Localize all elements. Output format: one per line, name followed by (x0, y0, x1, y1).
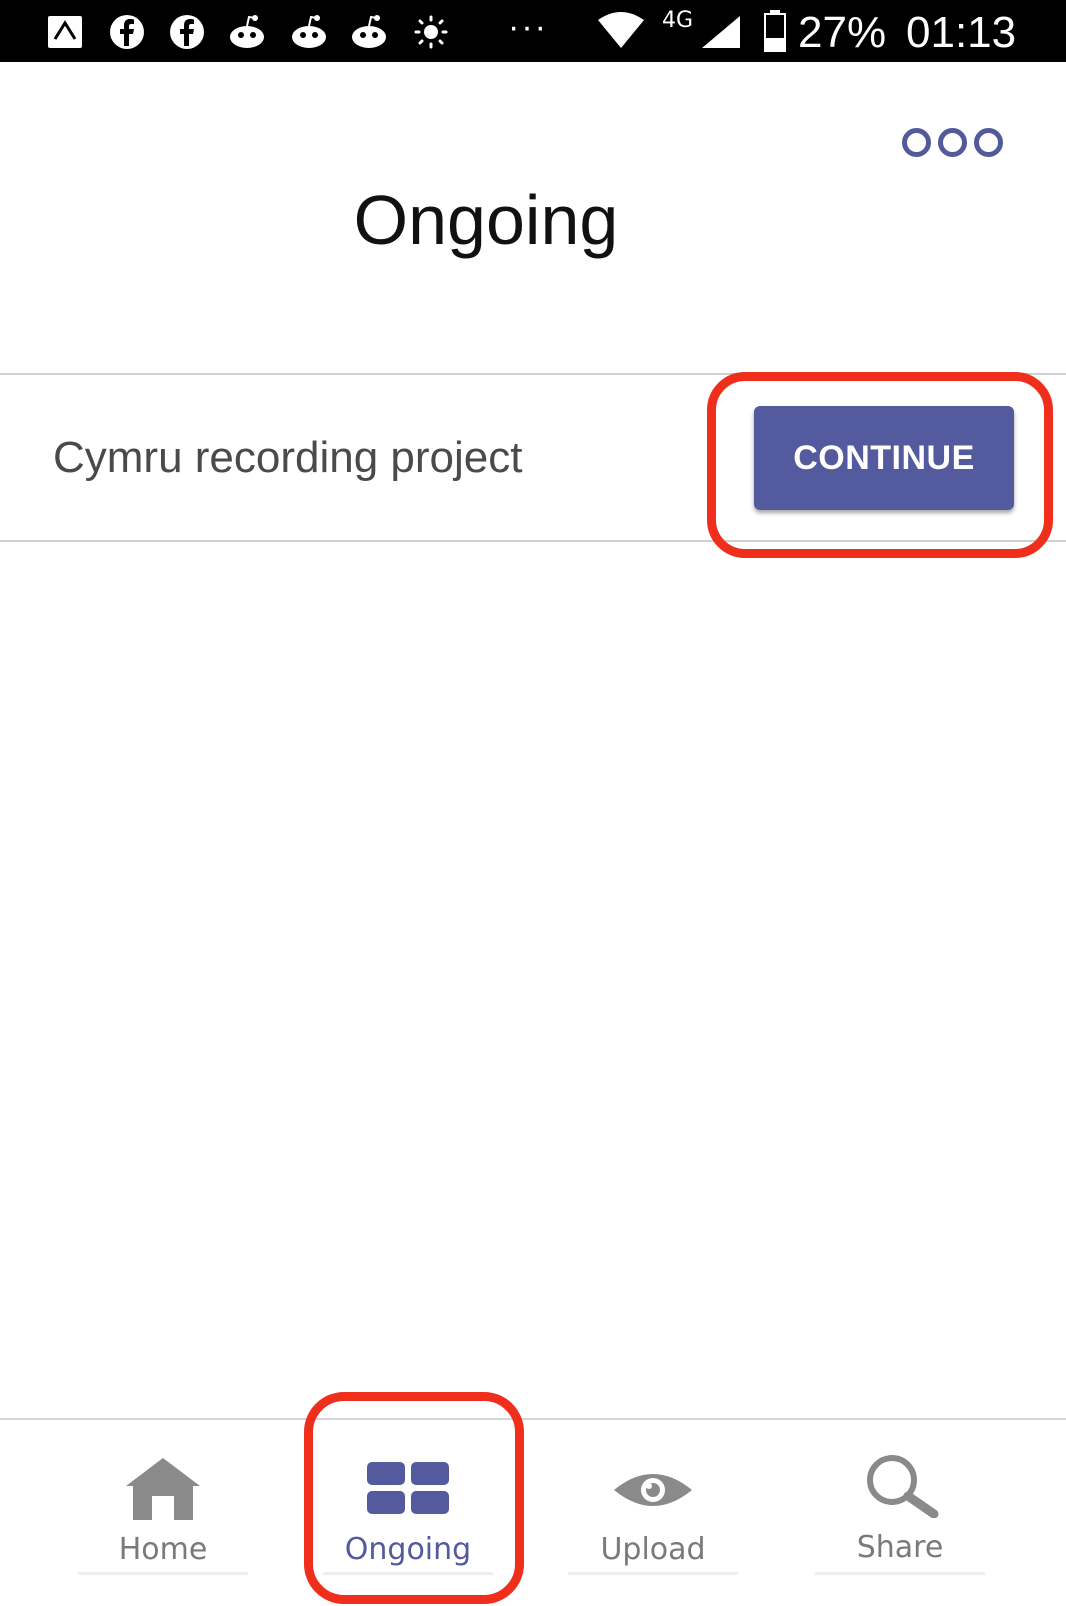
more-notifications-indicator: ··· (508, 8, 548, 46)
bottom-navigation: Home Ongoing Upload Share (0, 1418, 1066, 1606)
nav-label-home: Home (118, 1532, 208, 1567)
project-name: Cymru recording project (53, 433, 523, 482)
search-icon (867, 1455, 939, 1518)
facebook-icon (110, 15, 144, 49)
signal-icon (702, 16, 740, 48)
reddit-icon (352, 15, 386, 48)
nav-item-home[interactable]: Home (73, 1420, 253, 1606)
nav-label-upload: Upload (600, 1532, 706, 1567)
brightness-icon (414, 15, 448, 49)
battery-icon (764, 10, 786, 52)
nav-underline (78, 1572, 248, 1575)
home-icon (126, 1458, 200, 1520)
nav-app-icon (48, 16, 82, 48)
status-clock: 01:13 (906, 8, 1017, 57)
nav-item-share[interactable]: Share (810, 1420, 990, 1606)
status-bar: ··· 4G 27% 01:13 (0, 0, 1066, 62)
continue-button[interactable]: CONTINUE (754, 406, 1014, 510)
facebook-icon (170, 15, 204, 49)
wifi-icon (598, 12, 644, 48)
highlight-annotation (304, 1392, 524, 1604)
page-title: Ongoing (353, 181, 619, 259)
nav-underline (815, 1572, 985, 1575)
network-type: 4G (662, 8, 694, 33)
nav-underline (568, 1572, 738, 1575)
reddit-icon (230, 15, 264, 48)
nav-item-upload[interactable]: Upload (563, 1420, 743, 1606)
reddit-icon (292, 15, 326, 48)
nav-label-share: Share (856, 1530, 944, 1565)
more-options-icon[interactable] (900, 124, 1010, 158)
eye-icon (614, 1474, 692, 1506)
battery-level: 27% (798, 8, 887, 57)
